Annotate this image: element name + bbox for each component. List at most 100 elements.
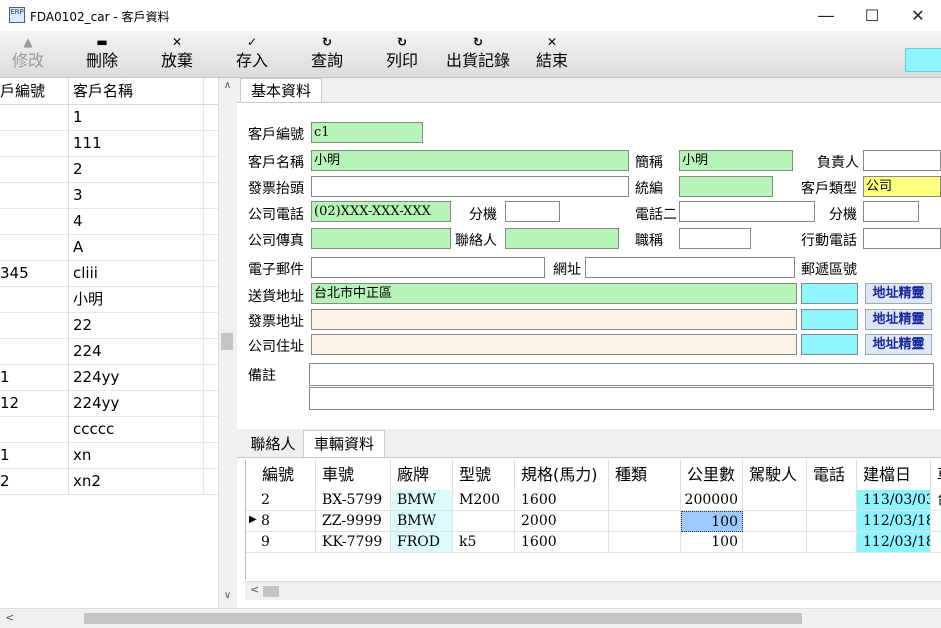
cell-spec[interactable]: 2000	[515, 511, 609, 532]
cell-spec[interactable]: 1600	[515, 490, 609, 511]
email-field[interactable]	[311, 257, 545, 278]
main-hscrollbar[interactable]: <	[0, 608, 941, 628]
column-header-tel[interactable]: 電話	[807, 460, 857, 490]
co-addr-wizard-button[interactable]: 地址精靈	[865, 334, 932, 355]
cell-extra[interactable]	[931, 511, 941, 532]
cell-driver[interactable]	[743, 511, 807, 532]
table-row[interactable]: 12 224yy	[0, 391, 219, 417]
print-button[interactable]: ↻ 列印	[378, 31, 426, 77]
column-header-no[interactable]: 編號	[246, 460, 316, 490]
cell-brand[interactable]: BMW	[391, 490, 453, 511]
cell-no[interactable]: 9	[246, 532, 316, 553]
table-row[interactable]: 3	[0, 183, 219, 209]
tab-contacts[interactable]: 聯絡人	[244, 432, 302, 456]
cell-tel[interactable]	[807, 532, 857, 553]
vehicle-grid[interactable]: 編號車號廠牌型號規格(馬力)種類公里數駕駛人電話建檔日車 2BX-5799BMW…	[245, 460, 941, 580]
cell-driver[interactable]	[743, 490, 807, 511]
mobile-field[interactable]	[863, 228, 941, 249]
cell-km[interactable]: 100	[681, 532, 743, 553]
cell-brand[interactable]: FROD	[391, 532, 453, 553]
maximize-button[interactable]: ☐	[849, 0, 895, 31]
cell-extra[interactable]: 台	[931, 490, 941, 511]
vehicle-grid-hscrollbar[interactable]: <	[245, 581, 941, 600]
cust-name-field[interactable]: 小明	[311, 150, 629, 171]
ext-field[interactable]	[505, 201, 560, 222]
cell-kind[interactable]	[609, 532, 681, 553]
scroll-up-icon[interactable]: ∧	[219, 80, 236, 91]
table-row[interactable]: 111	[0, 131, 219, 157]
column-header-plate[interactable]: 車號	[316, 460, 391, 490]
ship-zip-field[interactable]	[801, 283, 858, 304]
ext2-field[interactable]	[863, 201, 919, 222]
table-row[interactable]: 1	[0, 105, 219, 131]
shipping-record-button[interactable]: ↻ 出貨記錄	[441, 31, 515, 77]
cell-tel[interactable]	[807, 511, 857, 532]
table-row[interactable]: 2	[0, 157, 219, 183]
column-header-model[interactable]: 型號	[453, 460, 515, 490]
cell-model[interactable]: M200	[453, 490, 515, 511]
inv-addr-wizard-button[interactable]: 地址精靈	[865, 309, 932, 330]
table-row[interactable]: 22	[0, 313, 219, 339]
note-field-2[interactable]	[309, 387, 934, 410]
column-header-km[interactable]: 公里數	[681, 460, 743, 490]
cell-plate[interactable]: BX-5799	[316, 490, 391, 511]
table-row[interactable]: 1 224yy	[0, 365, 219, 391]
cell-km[interactable]: 100	[681, 511, 743, 532]
header-cust-no[interactable]: 戶編號	[0, 78, 69, 104]
cell-model[interactable]: k5	[453, 532, 515, 553]
cell-kind[interactable]	[609, 511, 681, 532]
table-row[interactable]: 小明	[0, 287, 219, 313]
table-row[interactable]: 224	[0, 339, 219, 365]
scroll-down-icon[interactable]: ∨	[219, 590, 236, 601]
customer-list[interactable]: 戶編號 客戶名稱 1 111 2 3 4 A 345 cliii 小明 22 224 1 224yy 12…	[0, 78, 219, 608]
cell-date[interactable]: 112/03/18	[857, 511, 931, 532]
delete-button[interactable]: ▬ 刪除	[78, 31, 126, 77]
exit-button[interactable]: ✕ 結束	[528, 31, 576, 77]
table-row[interactable]: 345 cliii	[0, 261, 219, 287]
discard-button[interactable]: ✕ 放棄	[153, 31, 201, 77]
cell-no[interactable]: 2	[246, 490, 316, 511]
column-header-extra[interactable]: 車	[931, 460, 941, 490]
scroll-thumb[interactable]	[221, 333, 233, 350]
table-row[interactable]: A	[0, 235, 219, 261]
tab-basic-info[interactable]: 基本資料	[240, 78, 322, 103]
cell-plate[interactable]: ZZ-9999	[316, 511, 391, 532]
cell-kind[interactable]	[609, 490, 681, 511]
column-header-kind[interactable]: 種類	[609, 460, 681, 490]
hscroll-thumb[interactable]	[263, 586, 279, 597]
column-header-date[interactable]: 建檔日	[857, 460, 931, 490]
phone2-field[interactable]	[679, 201, 815, 222]
cell-tel[interactable]	[807, 490, 857, 511]
phone-field[interactable]: (02)XXX-XXX-XXX	[311, 201, 451, 222]
column-header-driver[interactable]: 駕駛人	[743, 460, 807, 490]
cell-km[interactable]: 200000	[681, 490, 743, 511]
column-header-brand[interactable]: 廠牌	[391, 460, 453, 490]
cust-no-field[interactable]: c1	[311, 122, 423, 143]
cell-model[interactable]	[453, 511, 515, 532]
table-row[interactable]: 1 xn	[0, 443, 219, 469]
cell-plate[interactable]: KK-7799	[316, 532, 391, 553]
query-button[interactable]: ↻ 查詢	[303, 31, 351, 77]
cust-type-select[interactable]: 公司	[863, 176, 941, 197]
tab-vehicles[interactable]: 車輛資料	[303, 430, 385, 458]
cell-spec[interactable]: 1600	[515, 532, 609, 553]
contact-field[interactable]	[505, 228, 619, 249]
short-name-field[interactable]: 小明	[679, 150, 793, 171]
inv-addr-field[interactable]	[311, 309, 797, 330]
co-zip-field[interactable]	[801, 334, 858, 355]
invoice-title-field[interactable]	[311, 176, 629, 197]
website-field[interactable]	[585, 257, 795, 278]
cell-date[interactable]: 112/03/18	[857, 532, 931, 553]
table-row[interactable]: 4	[0, 209, 219, 235]
scroll-left-icon[interactable]: <	[250, 583, 259, 596]
table-row[interactable]: 2 xn2	[0, 469, 219, 495]
cell-extra[interactable]	[931, 532, 941, 553]
ship-addr-field[interactable]: 台北市中正區	[311, 283, 797, 304]
cell-driver[interactable]	[743, 532, 807, 553]
save-button[interactable]: ✓ 存入	[228, 31, 276, 77]
ship-addr-wizard-button[interactable]: 地址精靈	[865, 283, 932, 304]
main-hscroll-thumb[interactable]	[84, 613, 802, 624]
minimize-button[interactable]: ―	[803, 0, 849, 31]
column-header-spec[interactable]: 規格(馬力)	[515, 460, 609, 490]
header-cust-name[interactable]: 客戶名稱	[73, 78, 203, 104]
